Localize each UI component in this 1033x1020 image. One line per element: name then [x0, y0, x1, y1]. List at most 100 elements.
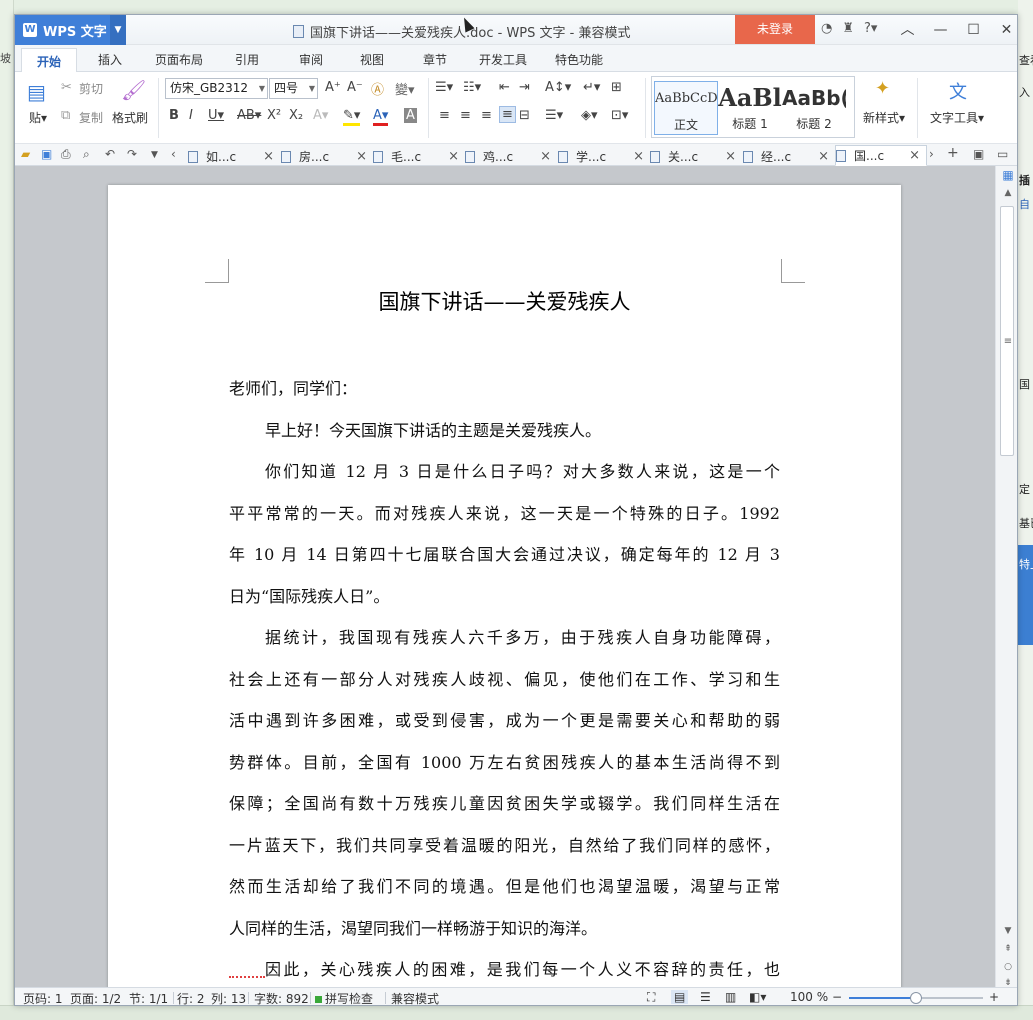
- help-icon[interactable]: ?▾: [864, 21, 877, 36]
- page-view-icon[interactable]: ▤: [671, 990, 689, 1004]
- superscript-icon[interactable]: X²: [267, 108, 281, 123]
- select-browse-icon[interactable]: ○: [996, 962, 1017, 972]
- italic-icon[interactable]: I: [189, 108, 193, 123]
- close-tab-icon[interactable]: ×: [448, 149, 459, 164]
- print-icon[interactable]: ⎙: [61, 147, 71, 162]
- highlight-icon[interactable]: ✎▾: [343, 108, 361, 126]
- strikethrough-icon[interactable]: AB▾: [237, 108, 261, 123]
- login-button[interactable]: 未登录: [735, 15, 815, 44]
- zoom-out-icon[interactable]: −: [832, 990, 842, 1004]
- outline-view-icon[interactable]: ☰: [700, 990, 711, 1004]
- bullet-list-icon[interactable]: ☰▾: [435, 80, 453, 95]
- fullscreen-view-icon[interactable]: ⛶: [647, 990, 655, 1005]
- document-page[interactable]: 国旗下讲话——关爱残疾人 老师们，同学们： 早上好！今天国旗下讲话的主题是关爱残疾…: [108, 185, 901, 987]
- doc-tab[interactable]: 关...c ×: [650, 147, 742, 166]
- style-heading-2[interactable]: AaBb( 标题 2: [782, 81, 846, 135]
- close-tab-icon[interactable]: ×: [540, 149, 551, 164]
- align-left-icon[interactable]: ≡: [439, 108, 450, 123]
- tab-page-layout[interactable]: 页面布局: [155, 51, 203, 68]
- sort-icon[interactable]: A↕▾: [545, 80, 571, 95]
- format-painter-button[interactable]: 格式刷: [112, 109, 148, 126]
- zoom-level[interactable]: 100 %: [790, 990, 828, 1004]
- save-icon[interactable]: ▣: [41, 147, 52, 161]
- print-preview-icon[interactable]: ⌕: [83, 147, 90, 162]
- format-painter-icon[interactable]: 🖌: [121, 78, 146, 102]
- line-spacing-icon[interactable]: ☰▾: [545, 108, 563, 123]
- close-tab-icon[interactable]: ×: [725, 149, 736, 164]
- align-right-icon[interactable]: ≡: [481, 108, 492, 123]
- show-marks-icon[interactable]: ↵▾: [583, 80, 600, 95]
- prev-page-icon[interactable]: ⇞: [996, 944, 1017, 954]
- undo-icon[interactable]: ↶: [105, 147, 115, 161]
- vertical-scrollbar[interactable]: ▦ ▲ ≡ ▼ ⇞ ○ ⇟: [995, 166, 1017, 988]
- open-icon[interactable]: ▰: [21, 147, 30, 161]
- font-size-select[interactable]: 四号 ▼: [269, 78, 318, 99]
- status-row[interactable]: 行: 2: [177, 990, 205, 1005]
- new-style-icon[interactable]: ✦: [875, 78, 890, 99]
- status-word-count[interactable]: 字数: 892: [254, 990, 309, 1005]
- scroll-down-icon[interactable]: ▼: [996, 926, 1017, 936]
- char-shading-icon[interactable]: A: [404, 108, 417, 123]
- tab-insert[interactable]: 插入: [98, 51, 122, 68]
- decrease-indent-icon[interactable]: ⇤: [499, 80, 510, 95]
- read-view-icon[interactable]: ▥: [725, 990, 736, 1004]
- close-tab-icon[interactable]: ×: [633, 149, 644, 164]
- tab-options-icon[interactable]: ▭: [997, 147, 1008, 161]
- tab-list-icon[interactable]: ▣: [973, 147, 984, 161]
- close-tab-icon[interactable]: ×: [356, 149, 367, 164]
- tab-developer[interactable]: 开发工具: [479, 51, 527, 68]
- doc-tab[interactable]: 毛...c ×: [373, 147, 465, 166]
- tab-review[interactable]: 审阅: [299, 51, 323, 68]
- minimize-button[interactable]: —: [924, 18, 957, 42]
- close-tab-icon[interactable]: ×: [818, 149, 829, 164]
- copy-button[interactable]: 复制: [79, 109, 103, 126]
- new-tab-icon[interactable]: +: [947, 145, 959, 161]
- skin-icon[interactable]: ◔: [821, 21, 832, 36]
- close-tab-icon[interactable]: ×: [909, 148, 920, 163]
- paste-icon[interactable]: ▤: [27, 80, 46, 104]
- collapse-ribbon-icon[interactable]: ︿: [891, 18, 924, 42]
- tab-chapter[interactable]: 章节: [423, 51, 447, 68]
- shirt-icon[interactable]: ♜: [842, 21, 854, 36]
- doc-tab[interactable]: 房...c ×: [281, 147, 373, 166]
- clear-format-icon[interactable]: Ⓐ: [371, 79, 384, 98]
- shading-icon[interactable]: ◈▾: [581, 108, 598, 123]
- phonetic-icon[interactable]: 變▾: [395, 79, 415, 98]
- web-view-icon[interactable]: ◧▾: [749, 990, 766, 1004]
- scrollbar-thumb[interactable]: [1000, 206, 1014, 456]
- increase-indent-icon[interactable]: ⇥: [519, 80, 530, 95]
- status-column[interactable]: 列: 13: [211, 990, 246, 1005]
- bold-icon[interactable]: B: [169, 108, 179, 123]
- borders-icon[interactable]: ⊡▾: [611, 108, 628, 123]
- copy-icon[interactable]: ⧉: [61, 108, 70, 123]
- shrink-font-icon[interactable]: A⁻: [347, 80, 363, 95]
- text-tools-icon[interactable]: 文: [949, 78, 967, 104]
- zoom-slider-thumb[interactable]: [910, 992, 922, 1004]
- ruler-toggle-icon[interactable]: ▦: [996, 168, 1017, 182]
- font-name-select[interactable]: 仿宋_GB2312 ▼: [165, 78, 268, 99]
- justify-icon[interactable]: ≡: [499, 106, 516, 123]
- tab-view[interactable]: 视图: [360, 51, 384, 68]
- status-section[interactable]: 节: 1/1: [129, 990, 168, 1005]
- close-button[interactable]: ✕: [990, 18, 1017, 42]
- wps-app-menu-button[interactable]: W WPS 文字 ▼: [15, 15, 126, 45]
- status-pages[interactable]: 页面: 1/2: [70, 990, 121, 1005]
- tabs-scroll-right-icon[interactable]: ›: [929, 147, 934, 161]
- tab-references[interactable]: 引用: [235, 51, 259, 68]
- paste-button[interactable]: 贴▾: [29, 109, 47, 126]
- app-menu-dropdown-icon[interactable]: ▼: [110, 15, 126, 45]
- doc-tab-active[interactable]: 国...c ×: [835, 145, 927, 166]
- align-center-icon[interactable]: ≡: [460, 108, 471, 123]
- zoom-slider[interactable]: [849, 992, 983, 1004]
- doc-tab[interactable]: 如...c ×: [188, 147, 280, 166]
- zoom-in-icon[interactable]: +: [989, 990, 999, 1004]
- scroll-up-icon[interactable]: ▲: [996, 188, 1017, 198]
- text-effect-icon[interactable]: A▾: [313, 108, 328, 123]
- new-style-button[interactable]: 新样式▾: [863, 109, 905, 126]
- tabs-scroll-left-icon[interactable]: ‹: [171, 147, 176, 161]
- status-page-code[interactable]: 页码: 1: [23, 990, 63, 1005]
- doc-tab[interactable]: 学...c ×: [558, 147, 650, 166]
- quick-access-more-icon[interactable]: ▼: [151, 150, 158, 160]
- tab-features[interactable]: 特色功能: [555, 51, 603, 68]
- doc-tab[interactable]: 经...c ×: [743, 147, 835, 166]
